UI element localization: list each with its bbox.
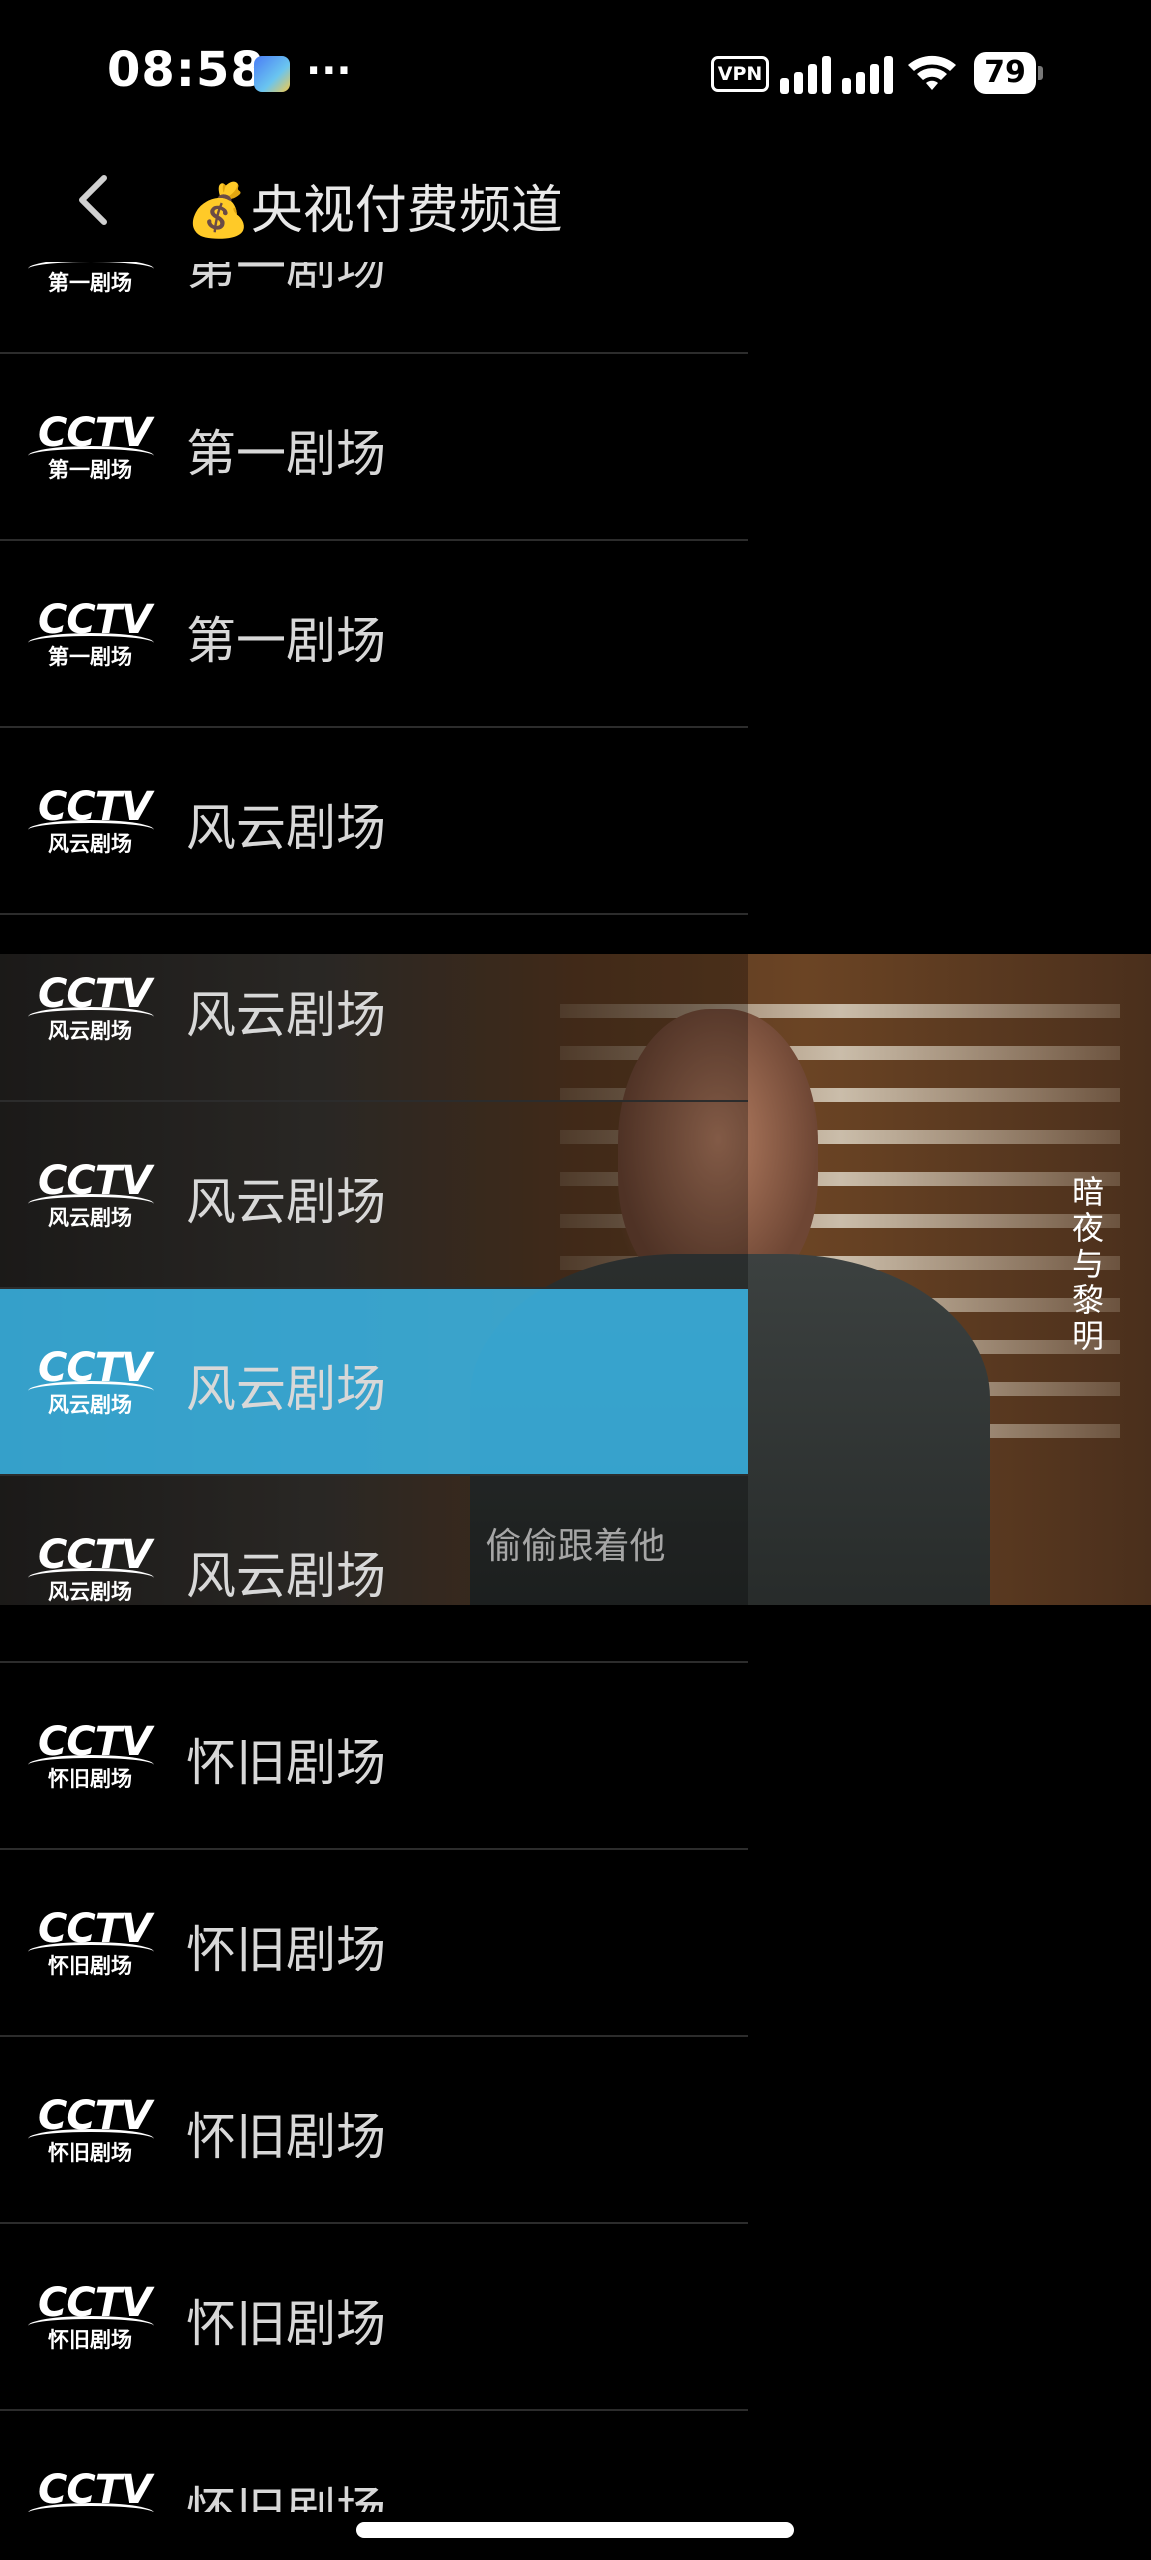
channel-item[interactable]: CCTV 风云剧场 风云剧场 [0, 1289, 748, 1476]
wifi-icon [908, 55, 956, 90]
channel-item[interactable]: CCTV怀旧剧场怀旧剧场 [0, 2411, 748, 2512]
cctv-logo-icon: CCTV第一剧场 [28, 597, 154, 677]
status-bar: 08:58 ··· VPN 79 [0, 0, 1151, 150]
logo-subtitle: 怀旧剧场 [48, 1767, 132, 1791]
cctv-logo-icon: CCTV 风云剧场 [28, 1158, 154, 1238]
cctv-logo-icon: CCTV 风云剧场 [28, 784, 154, 864]
channel-name: 怀旧剧场 [186, 2108, 386, 2166]
battery-icon: 79 [974, 52, 1043, 94]
channel-item[interactable]: CCTV怀旧剧场怀旧剧场 [0, 1663, 748, 1850]
channel-item[interactable]: CCTV第一剧场第一剧场 [0, 262, 748, 354]
logo-subtitle: 风云剧场 [48, 1580, 132, 1604]
channel-name: 第一剧场 [186, 262, 386, 296]
channel-item[interactable]: CCTV 风云剧场 风云剧场 [0, 1476, 748, 1663]
status-time: 08:58 [107, 42, 265, 98]
logo-subtitle: 怀旧剧场 [48, 2511, 132, 2512]
logo-subtitle: 风云剧场 [48, 832, 132, 856]
page-title: 💰央视付费频道 [186, 181, 563, 241]
app-icon [254, 56, 290, 92]
channel-name: 怀旧剧场 [186, 1734, 386, 1792]
cctv-logo-icon: CCTV怀旧剧场 [28, 1719, 154, 1799]
cctv-logo-icon: CCTV 风云剧场 [28, 1345, 154, 1425]
cctv-logo-icon: CCTV第一剧场 [28, 410, 154, 490]
channel-item[interactable]: CCTV怀旧剧场怀旧剧场 [0, 2224, 748, 2411]
signal-icon [842, 52, 902, 94]
channel-list: CCTV第一剧场第一剧场CCTV第一剧场第一剧场CCTV第一剧场第一剧场CCTV… [0, 262, 748, 2512]
channel-name: 风云剧场 [186, 1360, 386, 1418]
channel-name: 第一剧场 [186, 612, 386, 670]
channel-item[interactable]: CCTV 风云剧场 风云剧场 [0, 915, 748, 1102]
channel-name: 怀旧剧场 [186, 2482, 386, 2512]
channel-item[interactable]: CCTV第一剧场第一剧场 [0, 354, 748, 541]
logo-subtitle: 怀旧剧场 [48, 2328, 132, 2352]
home-indicator[interactable] [356, 2522, 794, 2538]
logo-subtitle: 第一剧场 [48, 645, 132, 669]
channel-item[interactable]: CCTV怀旧剧场怀旧剧场 [0, 2037, 748, 2224]
channel-name: 风云剧场 [186, 799, 386, 857]
channel-list-viewport[interactable]: CCTV第一剧场第一剧场CCTV第一剧场第一剧场CCTV第一剧场第一剧场CCTV… [0, 262, 748, 2512]
cctv-logo-icon: CCTV怀旧剧场 [28, 1906, 154, 1986]
cctv-logo-icon: CCTV 风云剧场 [28, 1532, 154, 1612]
cctv-logo-icon: CCTV怀旧剧场 [28, 2280, 154, 2360]
channel-name: 第一剧场 [186, 425, 386, 483]
channel-name: 怀旧剧场 [186, 1921, 386, 1979]
channel-name: 怀旧剧场 [186, 2295, 386, 2353]
channel-name: 风云剧场 [186, 1547, 386, 1605]
signal-icon [780, 52, 840, 94]
logo-subtitle: 第一剧场 [48, 458, 132, 482]
cctv-logo-icon: CCTV第一剧场 [28, 262, 154, 303]
channel-name: 风云剧场 [186, 1173, 386, 1231]
logo-subtitle: 怀旧剧场 [48, 2141, 132, 2165]
logo-subtitle: 风云剧场 [48, 1393, 132, 1417]
vpn-badge: VPN [711, 56, 769, 92]
channel-item[interactable]: CCTV怀旧剧场怀旧剧场 [0, 1850, 748, 2037]
logo-subtitle: 第一剧场 [48, 271, 132, 295]
logo-subtitle: 怀旧剧场 [48, 1954, 132, 1978]
cctv-logo-icon: CCTV怀旧剧场 [28, 2467, 154, 2512]
logo-subtitle: 风云剧场 [48, 1019, 132, 1043]
drama-title-watermark: 暗夜与黎明 [1071, 1173, 1104, 1355]
battery-level: 79 [974, 52, 1036, 94]
channel-item[interactable]: CCTV 风云剧场 风云剧场 [0, 1102, 748, 1289]
cctv-logo-icon: CCTV 风云剧场 [28, 971, 154, 1051]
channel-item[interactable]: CCTV第一剧场第一剧场 [0, 541, 748, 728]
more-notifications-icon: ··· [306, 48, 352, 94]
channel-name: 风云剧场 [186, 986, 386, 1044]
logo-subtitle: 风云剧场 [48, 1206, 132, 1230]
channel-item[interactable]: CCTV 风云剧场 风云剧场 [0, 728, 748, 915]
chevron-left-icon[interactable] [70, 170, 114, 230]
cctv-logo-icon: CCTV怀旧剧场 [28, 2093, 154, 2173]
